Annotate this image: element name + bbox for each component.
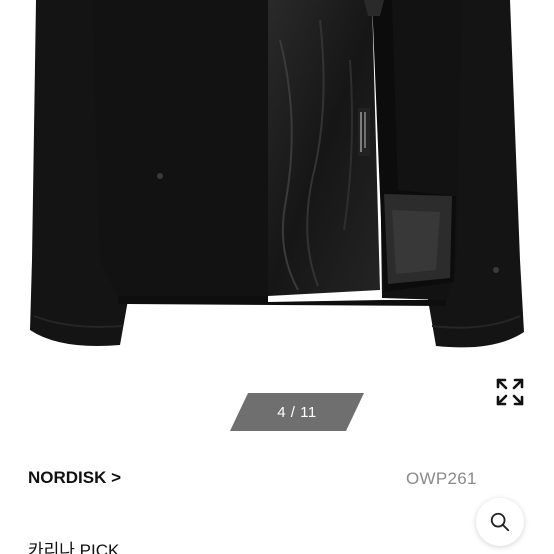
page-indicator-text: 4 / 11 [277,403,317,421]
product-detail-screen: 4 / 11 NORDISK > OWP261 카리나 PICK [0,0,554,554]
brand-link[interactable]: NORDISK > [28,468,121,488]
product-code: OWP261 [406,469,477,488]
search-button[interactable] [476,498,524,546]
image-page-indicator: 4 / 11 [230,393,364,431]
product-name: 카리나 PICK [28,541,120,554]
jacket-illustration [30,0,524,348]
expand-arrows-icon [496,378,524,406]
expand-fullscreen-button[interactable] [494,376,526,408]
magnifier-icon [490,512,510,532]
product-photo[interactable] [0,0,554,372]
